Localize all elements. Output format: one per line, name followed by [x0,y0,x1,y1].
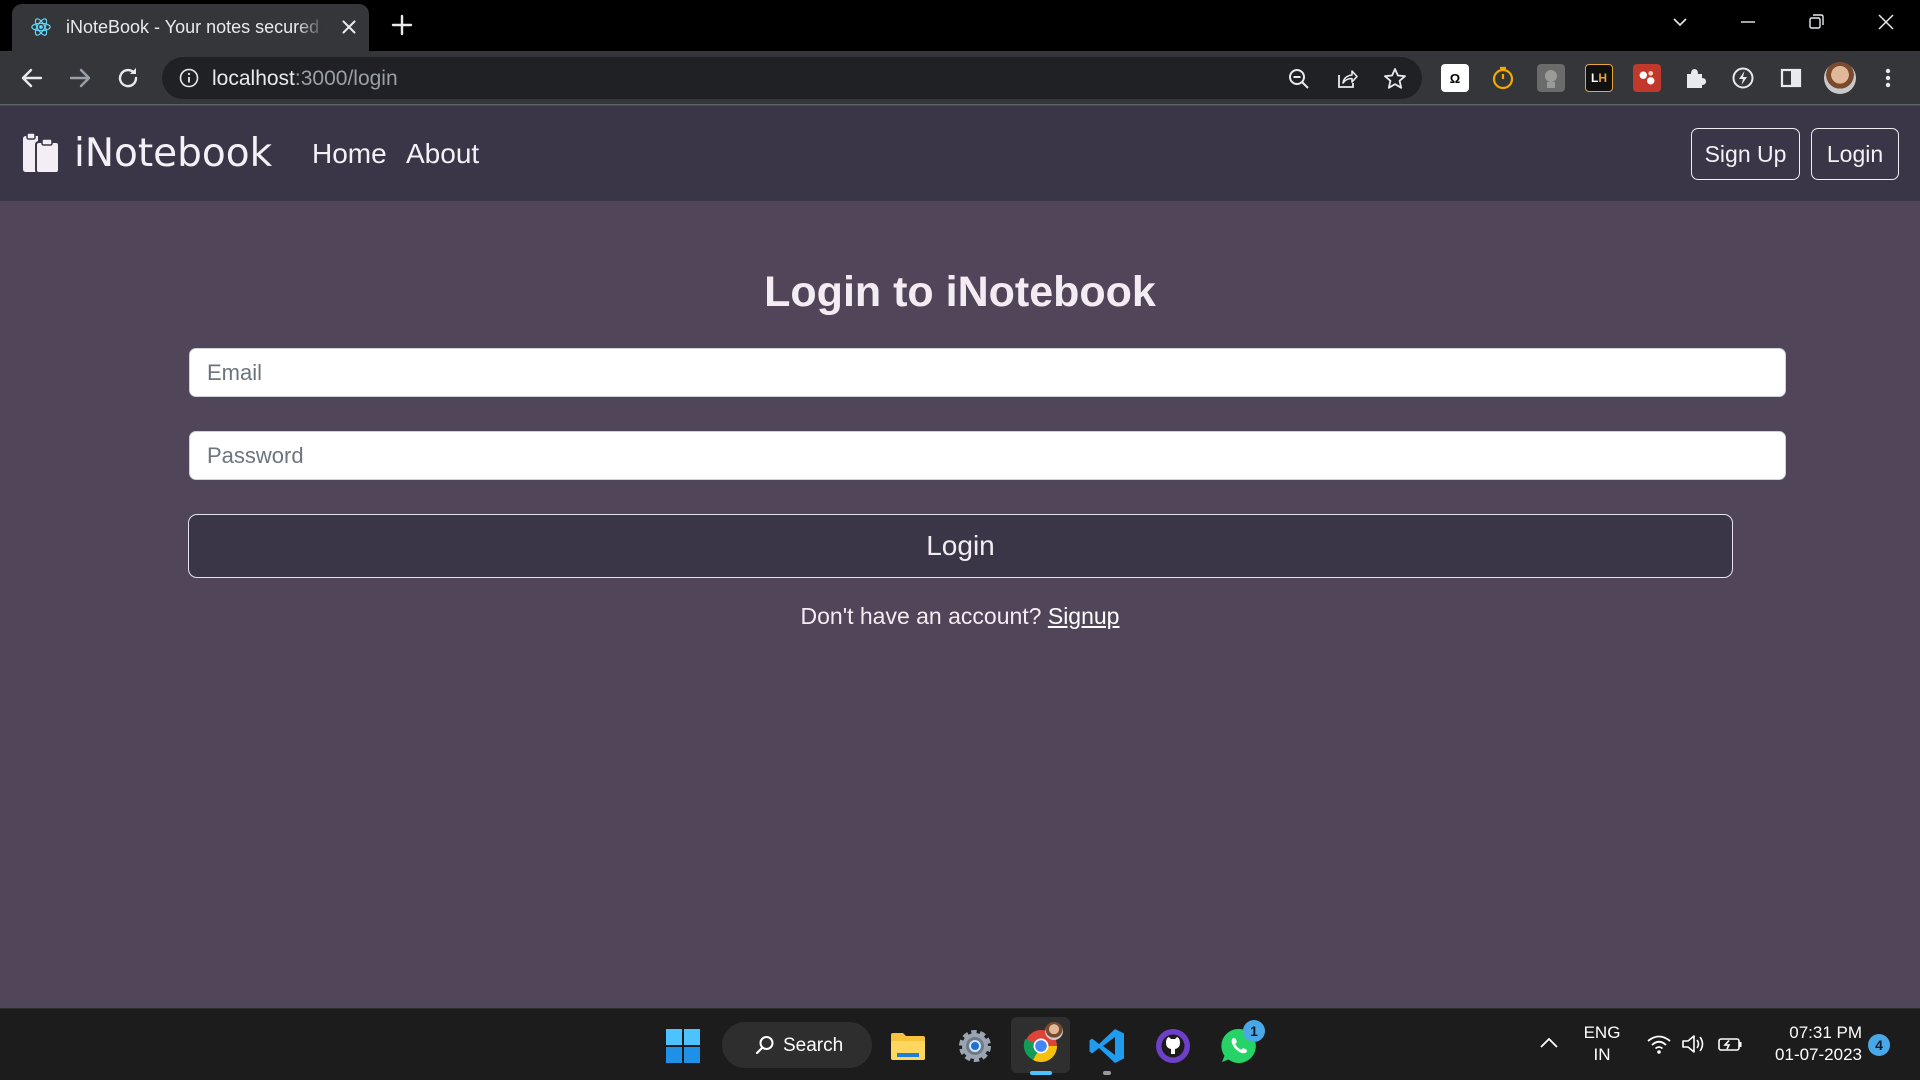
lighthouse-extension-icon[interactable] [1537,64,1565,92]
clock-time: 07:31 PM [1789,1023,1862,1042]
react-favicon-icon [31,18,51,36]
region-code: IN [1593,1045,1611,1064]
volume-icon[interactable] [1680,1033,1706,1055]
vscode-running-indicator [1103,1071,1111,1075]
profile-avatar[interactable] [1824,62,1856,94]
notebook-logo-icon [23,132,60,174]
browser-toolbar: localhost:3000/login Ω LH [0,51,1920,105]
new-tab-icon[interactable] [390,13,414,37]
extensions-puzzle-icon[interactable] [1681,64,1709,92]
taskbar-search[interactable]: Search [722,1022,872,1068]
clock[interactable]: 07:31 PM 01-07-2023 [1760,1022,1862,1066]
browser-tab-strip: iNoteBook - Your notes secured on the cl… [0,0,1920,51]
show-hidden-icons-chevron-icon[interactable] [1538,1035,1560,1051]
brand-link[interactable]: iNotebook [20,130,272,176]
whatsapp-unread-badge: 1 [1243,1020,1265,1042]
chrome-running-indicator [1030,1071,1052,1075]
email-input[interactable] [189,348,1786,397]
reload-icon[interactable] [114,64,142,92]
nav-link-home[interactable]: Home [312,138,387,170]
tab-search-chevron-icon[interactable] [1666,10,1694,34]
minimize-icon[interactable] [1734,10,1762,34]
no-account-text: Don't have an account? [800,603,1042,629]
language-code: ENG [1583,1023,1621,1042]
password-input[interactable] [189,431,1786,480]
github-desktop-icon[interactable] [1153,1026,1193,1066]
language-indicator[interactable]: ENG IN [1577,1022,1627,1066]
tab-close-icon[interactable] [338,16,360,38]
url-path: :3000/login [294,67,398,90]
tab-title: iNoteBook - Your notes secured on the cl… [66,17,326,38]
settings-gear-icon[interactable] [955,1026,995,1066]
omega-extension-icon[interactable]: Ω [1441,64,1469,92]
login-nav-button[interactable]: Login [1811,128,1899,180]
bookmark-star-icon[interactable] [1382,66,1408,92]
clock-date: 01-07-2023 [1775,1045,1862,1064]
nav-link-about[interactable]: About [406,138,479,170]
site-info-icon[interactable] [178,67,200,89]
address-bar[interactable]: localhost:3000/login [162,57,1422,99]
vscode-icon[interactable] [1087,1026,1127,1066]
url-text[interactable]: localhost:3000/login [212,67,398,91]
browser-tab[interactable]: iNoteBook - Your notes secured on the cl… [12,4,369,51]
close-window-icon[interactable] [1872,10,1900,34]
search-icon [755,1036,774,1055]
url-host: localhost [212,67,295,90]
performance-icon[interactable] [1729,64,1757,92]
back-arrow-icon[interactable] [18,64,46,92]
more-menu-icon[interactable] [1874,64,1902,92]
search-label: Search [783,1035,844,1056]
signup-link[interactable]: Signup [1048,603,1120,629]
forward-arrow-icon[interactable] [66,64,94,92]
chrome-profile-badge [1045,1022,1063,1040]
timer-extension-icon[interactable] [1489,64,1517,92]
windows-start-icon[interactable] [663,1026,703,1066]
share-icon[interactable] [1334,66,1360,92]
windows-taskbar: Search 1 ENG IN 07:31 PM 01-07-2023 4 [0,1008,1920,1080]
zoom-out-icon[interactable] [1286,66,1312,92]
notification-count-badge[interactable]: 4 [1868,1034,1890,1056]
app-navbar: iNotebook Home About Sign Up Login [0,106,1920,201]
login-title: Login to iNotebook [764,268,1156,316]
wifi-icon[interactable] [1646,1033,1672,1055]
brand-name: iNotebook [74,130,273,176]
lh-extension-icon[interactable]: LH [1585,64,1613,92]
signup-prompt: Don't have an account? Signup [0,603,1920,630]
file-explorer-icon[interactable] [888,1026,928,1066]
restore-icon[interactable] [1802,10,1830,34]
side-panel-icon[interactable] [1777,64,1805,92]
login-submit-button[interactable]: Login [188,514,1733,578]
red-extension-icon[interactable] [1633,64,1661,92]
battery-icon[interactable] [1716,1033,1744,1055]
signup-button[interactable]: Sign Up [1691,128,1800,180]
